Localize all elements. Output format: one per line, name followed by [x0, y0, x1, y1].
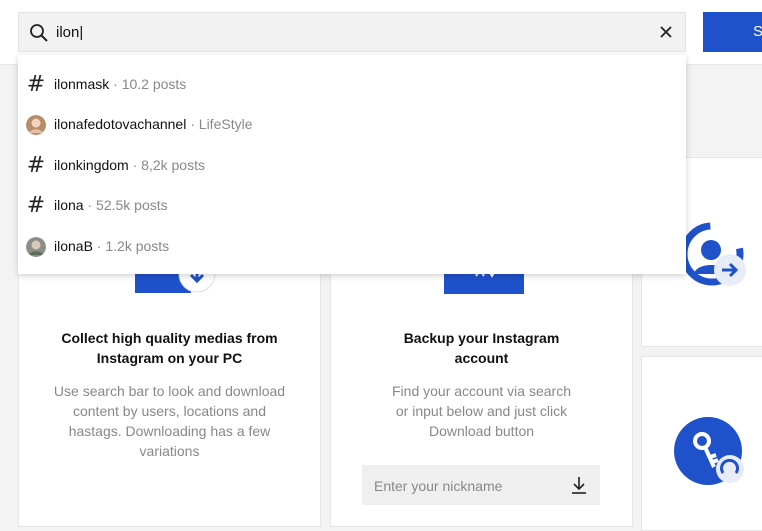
suggestion-meta: · LifeStyle: [186, 116, 253, 132]
search-input[interactable]: ilon|: [56, 23, 83, 43]
search-button[interactable]: S: [703, 12, 762, 52]
card-desc-line: content by users, locations and: [72, 403, 266, 419]
suggestion-name: ilonmask: [54, 76, 110, 92]
card-title-line1: Backup your Instagram: [403, 330, 560, 346]
suggestion-meta: · 8,2k posts: [128, 157, 205, 173]
nickname-field[interactable]: [362, 465, 600, 507]
suggestion-item[interactable]: ilonaB · 1.2k posts: [18, 227, 686, 267]
nickname-input[interactable]: [362, 465, 576, 507]
key-icon: [674, 417, 744, 485]
suggestion-meta: · 10.2 posts: [109, 76, 187, 92]
suggestion-name: ilonaB: [54, 238, 93, 254]
card-desc-line: Use search bar to look and download: [53, 383, 286, 399]
suggestion-item[interactable]: ilonafedotovachannel · LifeStyle: [18, 105, 686, 145]
download-icon[interactable]: [570, 476, 588, 494]
sync-account-icon: [680, 222, 746, 286]
card-desc-line: or input below and just click: [395, 403, 568, 419]
search-suggestions: # ilonmask · 10.2 posts ilonafedotovacha…: [18, 55, 686, 274]
card-title-line2: account: [454, 350, 509, 366]
search-bar[interactable]: ilon|: [18, 12, 686, 52]
card-desc-line: Find your account via search: [392, 383, 571, 399]
card-desc-line: variations: [139, 443, 200, 459]
hashtag-icon: #: [26, 153, 46, 178]
card-desc-line: Download button: [428, 423, 535, 439]
suggestion-meta: · 52.5k posts: [83, 197, 168, 213]
search-icon: [30, 24, 48, 42]
suggestion-name: ilona: [54, 197, 84, 213]
suggestion-item[interactable]: # ilonkingdom · 8,2k posts: [18, 146, 686, 186]
card-title-line2: Instagram on your PC: [96, 350, 243, 366]
close-icon[interactable]: [659, 25, 673, 39]
avatar: [26, 237, 46, 257]
suggestion-meta: · 1.2k posts: [92, 238, 170, 254]
suggestion-item[interactable]: # ilona · 52.5k posts: [18, 186, 686, 226]
side-card-bottom: [641, 356, 762, 531]
suggestion-name: ilonkingdom: [54, 157, 129, 173]
card-title-line1: Collect high quality medias from: [61, 330, 278, 346]
suggestion-item[interactable]: # ilonmask · 10.2 posts: [18, 65, 686, 105]
avatar: [26, 115, 46, 135]
hashtag-icon: #: [26, 72, 46, 97]
card-desc-line: hastags. Downloading has a few: [68, 423, 271, 439]
suggestion-name: ilonafedotovachannel: [54, 116, 187, 132]
hashtag-icon: #: [26, 193, 46, 218]
